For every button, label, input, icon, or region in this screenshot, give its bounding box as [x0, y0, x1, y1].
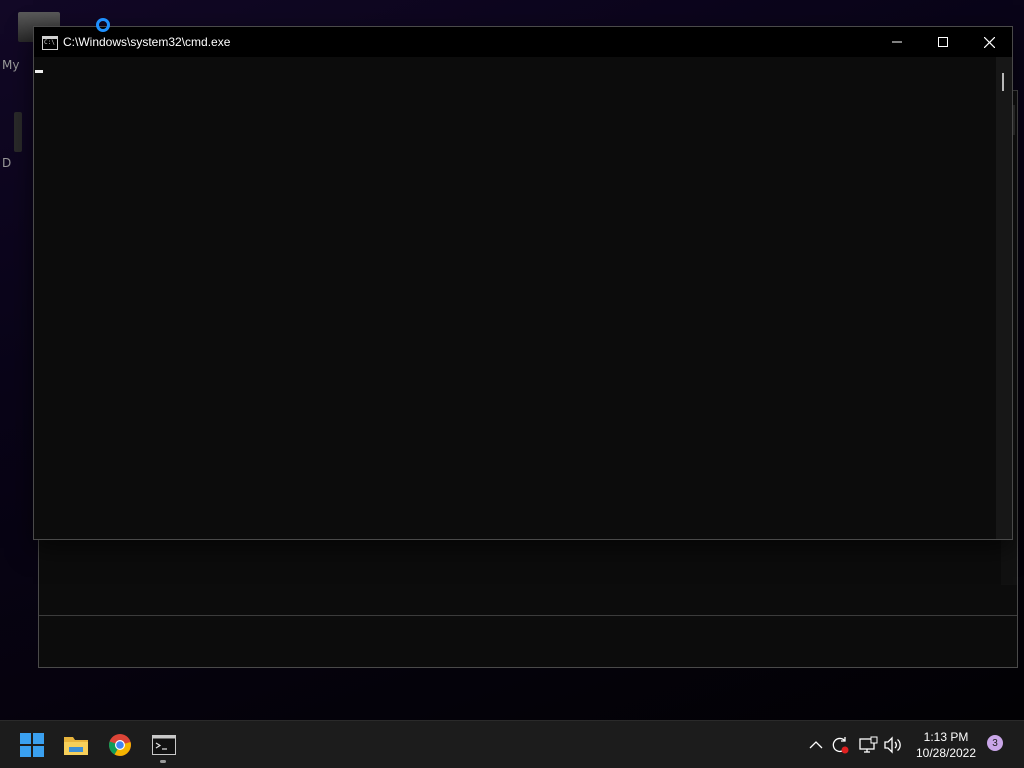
scrollbar-thumb[interactable]	[1002, 73, 1004, 91]
volume-tray-button[interactable]	[883, 735, 903, 755]
active-app-indicator	[160, 760, 166, 763]
taskbar-clock[interactable]: 1:13 PM 10/28/2022	[908, 729, 984, 761]
network-tray-button[interactable]	[858, 735, 878, 755]
chrome-icon	[109, 734, 131, 756]
start-button[interactable]	[12, 725, 52, 765]
clock-time: 1:13 PM	[923, 730, 969, 744]
minimize-icon	[892, 41, 902, 43]
network-icon	[859, 736, 878, 753]
text-cursor	[35, 70, 43, 73]
cmd-window[interactable]: C:\Windows\system32\cmd.exe	[33, 26, 1013, 540]
show-hidden-icons-button[interactable]	[806, 735, 826, 755]
title-bar[interactable]: C:\Windows\system32\cmd.exe	[34, 27, 1012, 57]
minimize-button[interactable]	[874, 27, 920, 57]
notification-badge[interactable]: 3	[987, 735, 1003, 751]
maximize-icon	[938, 37, 948, 47]
taskbar: 1:13 PM 10/28/2022	[0, 720, 1024, 768]
cmd-app-icon[interactable]	[42, 36, 58, 50]
taskbar-cmd[interactable]	[144, 725, 184, 765]
taskbar-file-explorer[interactable]	[56, 725, 96, 765]
desktop: My D C:\Windows\system32\cmd.exe	[0, 0, 1024, 720]
folder-icon	[64, 737, 88, 755]
volume-icon	[884, 736, 901, 754]
close-button[interactable]	[966, 27, 1012, 57]
window-title: C:\Windows\system32\cmd.exe	[63, 35, 231, 49]
windows-start-icon	[20, 733, 44, 757]
close-icon	[983, 36, 995, 48]
clock-date: 10/28/2022	[915, 746, 977, 760]
chevron-up-icon	[809, 741, 823, 749]
taskbar-chrome[interactable]	[100, 725, 140, 765]
desktop-shortcut-icon	[14, 112, 22, 152]
background-window-divider	[39, 615, 1017, 616]
maximize-button[interactable]	[920, 27, 966, 57]
console-scrollbar[interactable]	[996, 57, 1012, 539]
desktop-shortcut-label: My	[2, 58, 20, 72]
sync-tray-button[interactable]	[830, 735, 850, 755]
busy-cursor-icon	[96, 18, 110, 32]
console-output[interactable]	[34, 57, 996, 539]
cmd-icon	[152, 735, 176, 755]
sync-icon	[832, 737, 849, 754]
desktop-shortcut-label: D	[2, 156, 12, 170]
